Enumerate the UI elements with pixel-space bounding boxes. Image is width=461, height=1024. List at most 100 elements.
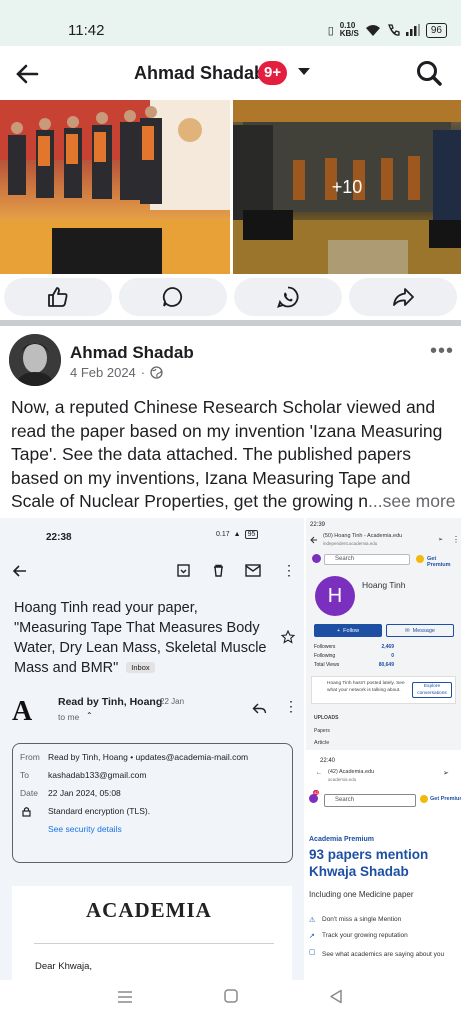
feature-item: Track your growing reputation (322, 932, 408, 939)
user-avatar-small-2 (309, 794, 318, 803)
email-to-me: to me (58, 712, 80, 722)
post-actions (0, 274, 461, 324)
top-header: Ahmad Shadab 9+ (0, 46, 461, 100)
caret-down-icon[interactable] (298, 68, 310, 75)
email-back-arrow-icon (12, 565, 26, 577)
call-icon (387, 23, 400, 36)
academia-time-2: 22:40 (320, 758, 336, 764)
attached-academia-screenshot[interactable]: 22:39 (50) Hoang Tinh - Academia.edu ind… (306, 518, 461, 980)
academia-url-2: academia.edu (328, 777, 357, 782)
like-button[interactable] (4, 278, 112, 316)
to-label: To (20, 770, 29, 780)
more-options-icon[interactable]: ••• (430, 340, 454, 363)
back-arrow-icon[interactable] (14, 60, 42, 88)
profile-stats: Followers 2,469 Following 0 Total Views 80,… (314, 643, 394, 670)
academia-url-1: independent.academia.edu (323, 541, 378, 546)
from-value: Read by Tinh, Hoang • updates@academia-m… (48, 752, 249, 762)
home-icon[interactable] (224, 989, 238, 1003)
article-heading: Article (314, 740, 330, 746)
back-triangle-icon[interactable] (329, 989, 343, 1004)
premium-badge-icon-2 (420, 795, 428, 803)
more-photos-overlay[interactable]: +10 (233, 100, 461, 274)
section-divider (0, 320, 461, 326)
trash-icon (214, 564, 223, 577)
comment-icon (162, 287, 183, 307)
follow-button: + Follow (314, 624, 382, 637)
post-photo-stage[interactable]: +10 (233, 100, 461, 274)
feature-item: See what academics are saying about you (322, 951, 445, 958)
date-value: 22 Jan 2024, 05:08 (48, 788, 121, 798)
search-icon[interactable] (414, 58, 444, 88)
warning-icon: ⚠ (309, 917, 316, 924)
tab-share-icon: ➢ (438, 537, 444, 543)
star-icon (281, 630, 295, 644)
tab2-share-icon: ➢ (443, 770, 449, 777)
academia-premium-label: Academia Premium (309, 836, 374, 843)
stat-row: Followers 2,469 (314, 644, 394, 650)
security-details-link: See security details (48, 824, 122, 834)
message-icon: ✉ (405, 627, 410, 634)
avatar[interactable] (9, 334, 61, 386)
see-more-link[interactable]: see more (383, 491, 456, 511)
comment-button[interactable] (119, 278, 227, 316)
notification-badge[interactable]: 9+ (258, 61, 288, 85)
expand-caret-icon: ⌃ (86, 711, 93, 720)
whatsapp-share-button[interactable] (234, 278, 342, 316)
recent-apps-icon[interactable] (117, 990, 133, 1004)
post-author[interactable]: Ahmad Shadab (70, 343, 194, 363)
follow-label: Follow (343, 627, 360, 634)
photo-illustration (0, 100, 230, 274)
system-nav-bar (0, 980, 461, 1024)
avatar-illustration (9, 334, 61, 386)
academia-search-box-1: Search (324, 554, 410, 565)
encryption-text: Standard encryption (TLS). (48, 806, 151, 816)
battery-indicator: 96 (425, 22, 447, 38)
email-subject: Hoang Tinh read your paper, "Measuring T… (14, 598, 274, 678)
academia-logo: ACADEMIA (86, 898, 212, 922)
stat-row: Following 0 (314, 653, 394, 659)
email-signal-icon: ▲ (233, 531, 241, 538)
academia-search-box-2: Search (324, 794, 416, 807)
status-icons: ▯ 0.10 KB/S 96 (328, 22, 447, 38)
not-posted-card: Hoang Tinh hasn't posted lately. See wha… (311, 676, 456, 704)
message-label: Message (412, 627, 435, 634)
vibrate-icon: ▯ (327, 24, 334, 37)
profile-title[interactable]: Ahmad Shadab (134, 63, 265, 84)
email-details-box: From Read by Tinh, Hoang • updates@acade… (12, 743, 293, 863)
academia-search-label-2: Search (335, 797, 355, 803)
post-meta: 4 Feb 2024 · (70, 365, 163, 380)
status-time: 11:42 (68, 22, 105, 39)
email-sender: Read by Tinh, Hoang (58, 696, 163, 708)
uploads-heading: UPLOADS (314, 715, 339, 721)
papers-heading: Papers (314, 728, 330, 734)
post-ellipsis: ... (368, 491, 383, 511)
get-premium-link-2: Get Premium (430, 796, 461, 802)
tab-back-arrow-icon (310, 536, 317, 544)
email-body-divider (34, 943, 274, 944)
trend-icon: ↗ (309, 933, 315, 940)
share-arrow-icon (393, 288, 414, 306)
globe-icon (150, 366, 163, 379)
inbox-label: Inbox (126, 662, 155, 674)
message-button: ✉ Message (386, 624, 454, 637)
academia-search-label-1: Search (335, 556, 355, 562)
network-speed: 0.10 KB/S (339, 21, 359, 38)
including-text: Including one Medicine paper (309, 890, 414, 899)
from-label: From (20, 752, 40, 762)
email-more-icon: ⋮ (282, 562, 296, 578)
profile-avatar: H (315, 576, 355, 616)
post-date[interactable]: 4 Feb 2024 (70, 365, 136, 380)
academia-sender-logo: A (12, 696, 33, 727)
attached-email-screenshot[interactable]: 22:38 0.17 ▲ 95 ⋮ Hoang Tinh read your p… (0, 518, 304, 980)
not-posted-text: Hoang Tinh hasn't posted lately. See wha… (327, 681, 405, 693)
email-battery: 95 (244, 530, 259, 539)
to-value: kashadab133@gmail.com (48, 770, 147, 780)
share-button[interactable] (349, 278, 457, 316)
whatsapp-icon (277, 286, 299, 308)
tab-more-icon: ⋮ (452, 535, 460, 544)
email-sender-date: 22 Jan (160, 697, 185, 706)
profile-name: Hoang Tinh (362, 580, 406, 590)
post-photo-book-launch[interactable] (0, 100, 230, 274)
email-speed: 0.17 (216, 531, 230, 538)
email-time: 22:38 (46, 532, 72, 543)
